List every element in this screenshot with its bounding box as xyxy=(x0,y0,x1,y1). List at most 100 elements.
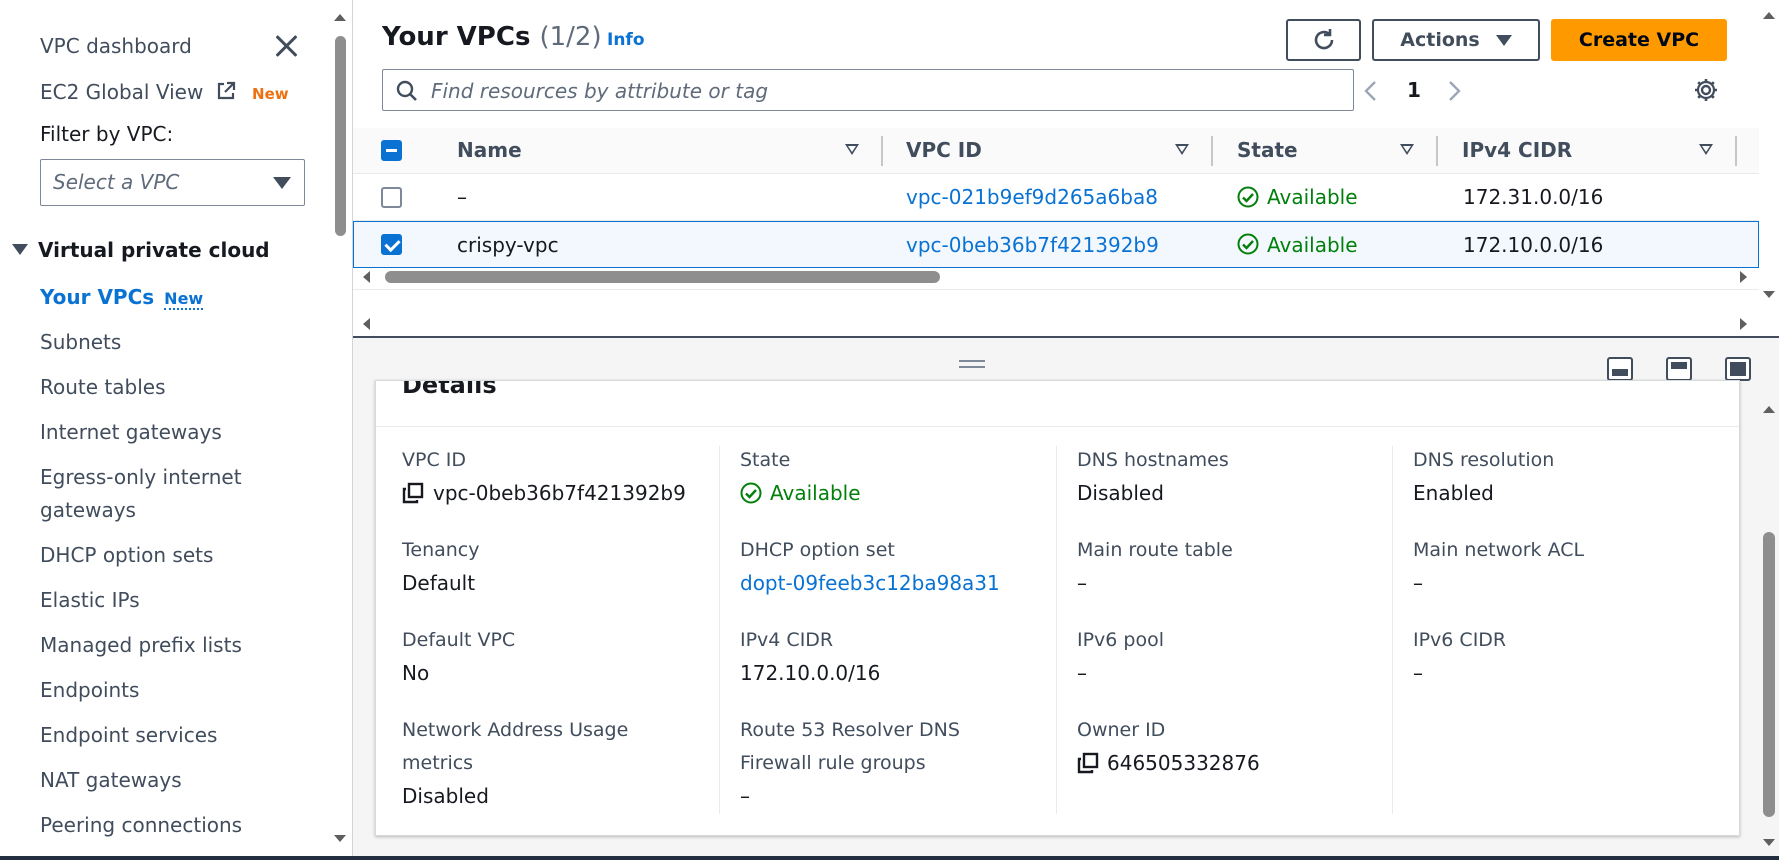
page-horizontal-scrollbar[interactable] xyxy=(353,314,1779,334)
create-vpc-label: Create VPC xyxy=(1578,29,1700,51)
split-full-icon[interactable] xyxy=(1725,357,1751,381)
chevron-left-icon[interactable] xyxy=(1362,80,1380,102)
column-resizer[interactable] xyxy=(881,136,883,166)
sidebar-scroll-thumb[interactable] xyxy=(335,36,346,236)
copy-icon[interactable] xyxy=(1077,752,1099,774)
row-checkbox[interactable] xyxy=(381,187,402,208)
vpc-filter-select[interactable]: Select a VPC xyxy=(40,159,305,206)
scroll-right-arrow-icon[interactable] xyxy=(1740,318,1747,330)
nav-subnets[interactable]: Subnets xyxy=(40,330,121,354)
refresh-button[interactable] xyxy=(1286,19,1361,61)
section-virtual-private-cloud[interactable]: Virtual private cloud xyxy=(12,238,270,262)
chevron-right-icon[interactable] xyxy=(1445,80,1463,102)
row-checkbox[interactable] xyxy=(381,234,402,255)
nav-endpoints[interactable]: Endpoints xyxy=(40,678,139,702)
nav-elastic-ips[interactable]: Elastic IPs xyxy=(40,588,140,612)
sort-icon[interactable] xyxy=(1400,144,1414,155)
search-input[interactable]: Find resources by attribute or tag xyxy=(382,69,1354,111)
nav-nat-gateways[interactable]: NAT gateways xyxy=(40,768,182,792)
nav-vpc-dashboard[interactable]: VPC dashboard xyxy=(40,34,192,58)
column-header-name[interactable]: Name xyxy=(457,138,522,162)
sort-icon[interactable] xyxy=(1699,144,1713,155)
gear-icon[interactable] xyxy=(1693,77,1719,103)
nav-peering-connections[interactable]: Peering connections xyxy=(40,813,242,837)
dns-resolution-label: DNS resolution xyxy=(1413,449,1555,471)
new-link[interactable]: New xyxy=(164,289,204,310)
sort-icon[interactable] xyxy=(845,144,859,155)
split-panel-scrollbar[interactable] xyxy=(1759,392,1779,860)
copy-icon[interactable] xyxy=(402,482,424,504)
scroll-left-arrow-icon[interactable] xyxy=(363,271,370,283)
table-scroll-thumb[interactable] xyxy=(385,271,940,283)
ipv6-cidr-value: – xyxy=(1413,661,1423,685)
create-vpc-button[interactable]: Create VPC xyxy=(1551,19,1727,61)
main-content: Your VPCs (1/2) Info Actions Create VPC … xyxy=(353,0,1779,860)
close-icon[interactable] xyxy=(272,32,300,60)
nav-ec2-global-view-label: EC2 Global View xyxy=(40,80,204,104)
scroll-up-arrow-icon[interactable] xyxy=(1763,406,1775,413)
scroll-down-arrow-icon[interactable] xyxy=(334,835,346,842)
nau-metrics-label-line2: metrics xyxy=(402,752,474,774)
scroll-up-arrow-icon[interactable] xyxy=(1763,12,1775,19)
split-side-icon[interactable] xyxy=(1666,357,1692,381)
scroll-left-arrow-icon[interactable] xyxy=(363,318,370,330)
nav-egress-only-internet-gateways-line2[interactable]: gateways xyxy=(40,498,136,522)
nav-dhcp-option-sets[interactable]: DHCP option sets xyxy=(40,543,213,567)
cell-name: – xyxy=(457,185,467,209)
dhcp-option-set-link[interactable]: dopt-09feeb3c12ba98a31 xyxy=(740,567,1000,600)
caret-down-icon xyxy=(12,244,28,255)
scroll-up-arrow-icon[interactable] xyxy=(334,14,346,21)
state-label: State xyxy=(740,449,791,471)
status-available-icon xyxy=(1237,186,1259,208)
main-network-acl-value: – xyxy=(1413,571,1423,595)
split-bottom-icon[interactable] xyxy=(1607,357,1633,381)
vpc-id-label: VPC ID xyxy=(402,449,466,471)
cell-state: Available xyxy=(1267,185,1358,209)
caret-down-icon xyxy=(273,177,291,189)
table-horizontal-scrollbar[interactable] xyxy=(353,267,1779,287)
select-all-checkbox[interactable] xyxy=(381,140,402,161)
column-header-vpc-id[interactable]: VPC ID xyxy=(906,138,982,162)
scroll-down-arrow-icon[interactable] xyxy=(1763,291,1775,298)
search-icon xyxy=(396,80,417,101)
drag-handle-icon[interactable] xyxy=(959,360,985,368)
table-vertical-scrollbar[interactable] xyxy=(1759,0,1779,300)
sort-icon[interactable] xyxy=(1175,144,1189,155)
column-resizer[interactable] xyxy=(1735,136,1737,166)
vpc-filter-placeholder: Select a VPC xyxy=(53,170,180,194)
tenancy-label: Tenancy xyxy=(402,539,480,561)
cell-ipv4-cidr: 172.10.0.0/16 xyxy=(1463,233,1604,257)
column-resizer[interactable] xyxy=(1436,136,1438,166)
page-number[interactable]: 1 xyxy=(1407,78,1421,102)
column-header-state[interactable]: State xyxy=(1237,138,1298,162)
route53-firewall-label: Route 53 Resolver DNS xyxy=(740,719,960,741)
split-panel-scroll-thumb[interactable] xyxy=(1763,532,1775,817)
page-title-text: Your VPCs xyxy=(382,22,531,52)
nav-endpoint-services[interactable]: Endpoint services xyxy=(40,723,217,747)
nav-managed-prefix-lists[interactable]: Managed prefix lists xyxy=(40,633,242,657)
dns-resolution-value: Enabled xyxy=(1413,481,1494,505)
table-row[interactable]: – vpc-021b9ef9d265a6ba8 Available 172.31… xyxy=(353,174,1759,221)
nav-internet-gateways[interactable]: Internet gateways xyxy=(40,420,222,444)
column-header-ipv4-cidr[interactable]: IPv4 CIDR xyxy=(1462,138,1572,162)
column-divider xyxy=(1392,446,1393,814)
dhcp-option-set-label: DHCP option set xyxy=(740,539,895,561)
route53-firewall-label-line2: Firewall rule groups xyxy=(740,752,926,774)
info-link[interactable]: Info xyxy=(607,30,645,50)
cell-vpc-id-link[interactable]: vpc-0beb36b7f421392b9 xyxy=(906,233,1159,257)
owner-id-value: 646505332876 xyxy=(1107,751,1260,775)
details-header: Details xyxy=(376,381,1739,427)
scroll-down-arrow-icon[interactable] xyxy=(1763,839,1775,846)
table-row-selected[interactable]: crispy-vpc vpc-0beb36b7f421392b9 Availab… xyxy=(353,221,1759,268)
column-resizer[interactable] xyxy=(1211,136,1213,166)
nav-route-tables[interactable]: Route tables xyxy=(40,375,166,399)
sidebar-scrollbar[interactable] xyxy=(330,8,350,853)
actions-button[interactable]: Actions xyxy=(1372,19,1540,61)
scroll-right-arrow-icon[interactable] xyxy=(1740,271,1747,283)
nav-your-vpcs[interactable]: Your VPCs New xyxy=(40,285,204,310)
details-card: Details VPC ID vpc-0beb36b7f421392b9 Ten… xyxy=(375,380,1740,836)
default-vpc-label: Default VPC xyxy=(402,629,516,651)
cell-vpc-id-link[interactable]: vpc-021b9ef9d265a6ba8 xyxy=(906,185,1158,209)
nav-ec2-global-view[interactable]: EC2 Global View New xyxy=(40,80,289,104)
nav-egress-only-internet-gateways[interactable]: Egress-only internet xyxy=(40,465,242,489)
